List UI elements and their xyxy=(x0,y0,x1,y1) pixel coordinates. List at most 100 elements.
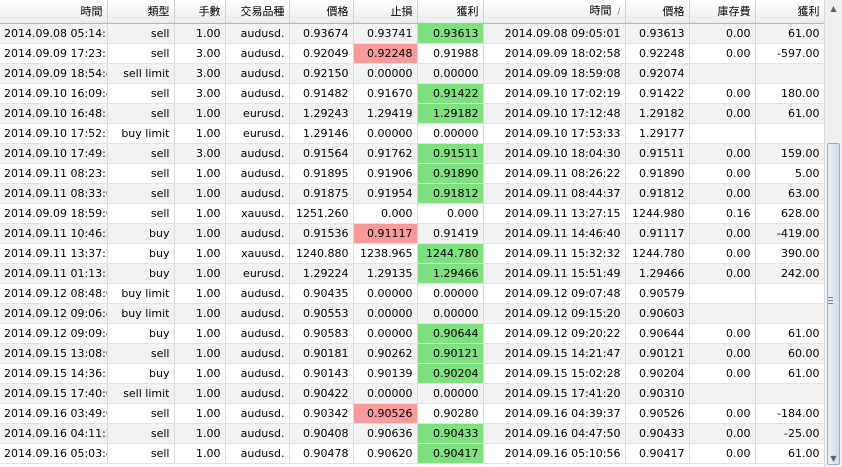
table-row[interactable]: 2014.09.11 10:46:24buy1.00audusd.0.91536… xyxy=(0,223,824,244)
col-swap-header[interactable]: 庫存費 xyxy=(689,0,756,24)
cell-symbol: audusd. xyxy=(225,343,290,364)
col-type-header[interactable]: 類型 xyxy=(107,0,175,24)
cell-close-time: 2014.09.16 04:39:37 xyxy=(483,403,626,424)
scroll-down-arrow-icon[interactable]: ▼ xyxy=(825,450,842,467)
cell-symbol: audusd. xyxy=(225,363,290,384)
cell-symbol: audusd. xyxy=(225,223,290,244)
cell-lots: 1.00 xyxy=(174,123,226,144)
cell-type: sell limit xyxy=(107,383,175,404)
table-row[interactable]: 2014.09.10 17:52:22buy limit1.00eurusd.1… xyxy=(0,123,824,144)
cell-symbol: audusd. xyxy=(225,403,290,424)
cell-stop-loss: 0.91762 xyxy=(353,143,418,164)
cell-stop-loss: 0.000 xyxy=(353,203,418,224)
table-row[interactable]: 2014.09.15 17:40:07sell limit1.00audusd.… xyxy=(0,383,824,404)
cell-open-time: 2014.09.12 09:06:41 xyxy=(0,303,108,324)
cell-profit: -419.00 xyxy=(755,223,824,244)
cell-open-time: 2014.09.10 17:52:22 xyxy=(0,123,108,144)
col-close-time-header[interactable]: 時間 / xyxy=(483,0,626,24)
cell-stop-loss: 0.90636 xyxy=(353,423,418,444)
table-row[interactable]: 2014.09.08 05:14:17sell1.00audusd.0.9367… xyxy=(0,23,824,44)
cell-swap: 0.00 xyxy=(689,243,756,264)
cell-open-price: 0.91875 xyxy=(289,183,354,204)
cell-open-time: 2014.09.11 10:46:24 xyxy=(0,223,108,244)
table-row[interactable]: 2014.09.09 17:23:54sell3.00audusd.0.9204… xyxy=(0,43,824,64)
col-take-profit-header[interactable]: 獲利 xyxy=(417,0,484,24)
cell-close-time: 2014.09.11 08:44:37 xyxy=(483,183,626,204)
cell-profit xyxy=(755,383,824,404)
scroll-up-arrow-icon[interactable]: ▲ xyxy=(825,0,842,17)
table-row[interactable]: 2014.09.09 18:54:40sell limit3.00audusd.… xyxy=(0,63,824,84)
cell-profit: -184.00 xyxy=(755,403,824,424)
cell-swap: 0.00 xyxy=(689,103,756,124)
cell-open-price: 0.91564 xyxy=(289,143,354,164)
table-row[interactable]: 2014.09.16 04:11:26sell1.00audusd.0.9040… xyxy=(0,423,824,444)
table-row[interactable]: 2014.09.12 09:09:42buy1.00audusd.0.90583… xyxy=(0,323,824,344)
cell-swap xyxy=(689,63,756,84)
col-symbol-header[interactable]: 交易品種 xyxy=(225,0,290,24)
table-row[interactable]: 2014.09.09 18:59:01sell1.00xauusd.1251.2… xyxy=(0,203,824,224)
cell-open-price: 1.29224 xyxy=(289,263,354,284)
cell-stop-loss: 0.90262 xyxy=(353,343,418,364)
cell-close-price: 0.90579 xyxy=(625,283,690,304)
cell-swap xyxy=(689,283,756,304)
table-row[interactable]: 2014.09.11 13:37:20buy1.00xauusd.1240.88… xyxy=(0,243,824,264)
cell-profit: 61.00 xyxy=(755,443,824,464)
col-open-price-header[interactable]: 價格 xyxy=(289,0,354,24)
table-row[interactable]: 2014.09.10 16:48:59sell1.00eurusd.1.2924… xyxy=(0,103,824,124)
cell-take-profit: 1244.780 xyxy=(417,243,484,264)
table-row[interactable]: 2014.09.15 14:36:33buy1.00audusd.0.90143… xyxy=(0,363,824,384)
col-lots-header[interactable]: 手數 xyxy=(174,0,226,24)
table-row[interactable]: 2014.09.11 08:33:01sell1.00audusd.0.9187… xyxy=(0,183,824,204)
col-stop-loss-header[interactable]: 止損 xyxy=(353,0,418,24)
cell-open-price: 1.29146 xyxy=(289,123,354,144)
cell-close-price: 1244.980 xyxy=(625,203,690,224)
table-row[interactable]: 2014.09.10 17:49:59sell3.00audusd.0.9156… xyxy=(0,143,824,164)
cell-type: sell xyxy=(107,403,175,424)
cell-open-price: 0.90478 xyxy=(289,443,354,464)
col-close-price-header[interactable]: 價格 xyxy=(625,0,690,24)
col-open-time-header[interactable]: 時間 xyxy=(0,0,108,24)
cell-close-price: 1.29466 xyxy=(625,263,690,284)
cell-type: sell xyxy=(107,183,175,204)
cell-profit: 390.00 xyxy=(755,243,824,264)
cell-profit: 63.00 xyxy=(755,183,824,204)
table-row[interactable]: 2014.09.10 16:09:45sell3.00audusd.0.9148… xyxy=(0,83,824,104)
cell-take-profit: 0.91511 xyxy=(417,143,484,164)
cell-symbol: audusd. xyxy=(225,183,290,204)
table-row[interactable]: 2014.09.15 13:08:07sell1.00audusd.0.9018… xyxy=(0,343,824,364)
table-row[interactable]: 2014.09.12 08:48:02buy limit1.00audusd.0… xyxy=(0,283,824,304)
scrollbar-thumb[interactable] xyxy=(827,143,840,465)
cell-close-time: 2014.09.12 09:07:48 xyxy=(483,283,626,304)
table-row[interactable]: 2014.09.16 05:03:43sell1.00audusd.0.9047… xyxy=(0,443,824,464)
cell-close-price: 0.91117 xyxy=(625,223,690,244)
cell-close-time: 2014.09.10 17:53:33 xyxy=(483,123,626,144)
cell-take-profit: 0.91812 xyxy=(417,183,484,204)
cell-swap: 0.00 xyxy=(689,23,756,44)
table-row[interactable]: 2014.09.16 03:49:02sell1.00audusd.0.9034… xyxy=(0,403,824,424)
cell-symbol: eurusd. xyxy=(225,123,290,144)
cell-swap: 0.00 xyxy=(689,323,756,344)
cell-lots: 1.00 xyxy=(174,23,226,44)
cell-take-profit: 0.90121 xyxy=(417,343,484,364)
cell-lots: 3.00 xyxy=(174,143,226,164)
cell-open-price: 0.91536 xyxy=(289,223,354,244)
table-row[interactable]: 2014.09.12 09:06:41buy limit1.00audusd.0… xyxy=(0,303,824,324)
cell-stop-loss: 0.90139 xyxy=(353,363,418,384)
cell-open-time: 2014.09.12 08:48:02 xyxy=(0,283,108,304)
table-row[interactable]: 2014.09.11 08:23:53sell1.00audusd.0.9189… xyxy=(0,163,824,184)
cell-swap: 0.00 xyxy=(689,163,756,184)
cell-profit: 628.00 xyxy=(755,203,824,224)
table-row[interactable]: 2014.09.11 01:13:30buy1.00eurusd.1.29224… xyxy=(0,263,824,284)
vertical-scrollbar[interactable]: ▲ ▼ xyxy=(824,0,842,467)
cell-open-time: 2014.09.09 17:23:54 xyxy=(0,43,108,64)
cell-type: buy xyxy=(107,363,175,384)
col-profit-header[interactable]: 獲利 xyxy=(755,0,824,24)
cell-swap: 0.00 xyxy=(689,83,756,104)
cell-lots: 1.00 xyxy=(174,303,226,324)
cell-open-time: 2014.09.11 01:13:30 xyxy=(0,263,108,284)
cell-open-time: 2014.09.11 08:23:53 xyxy=(0,163,108,184)
cell-stop-loss: 0.00000 xyxy=(353,383,418,404)
cell-profit xyxy=(755,303,824,324)
cell-type: sell xyxy=(107,43,175,64)
cell-take-profit: 0.000 xyxy=(417,203,484,224)
